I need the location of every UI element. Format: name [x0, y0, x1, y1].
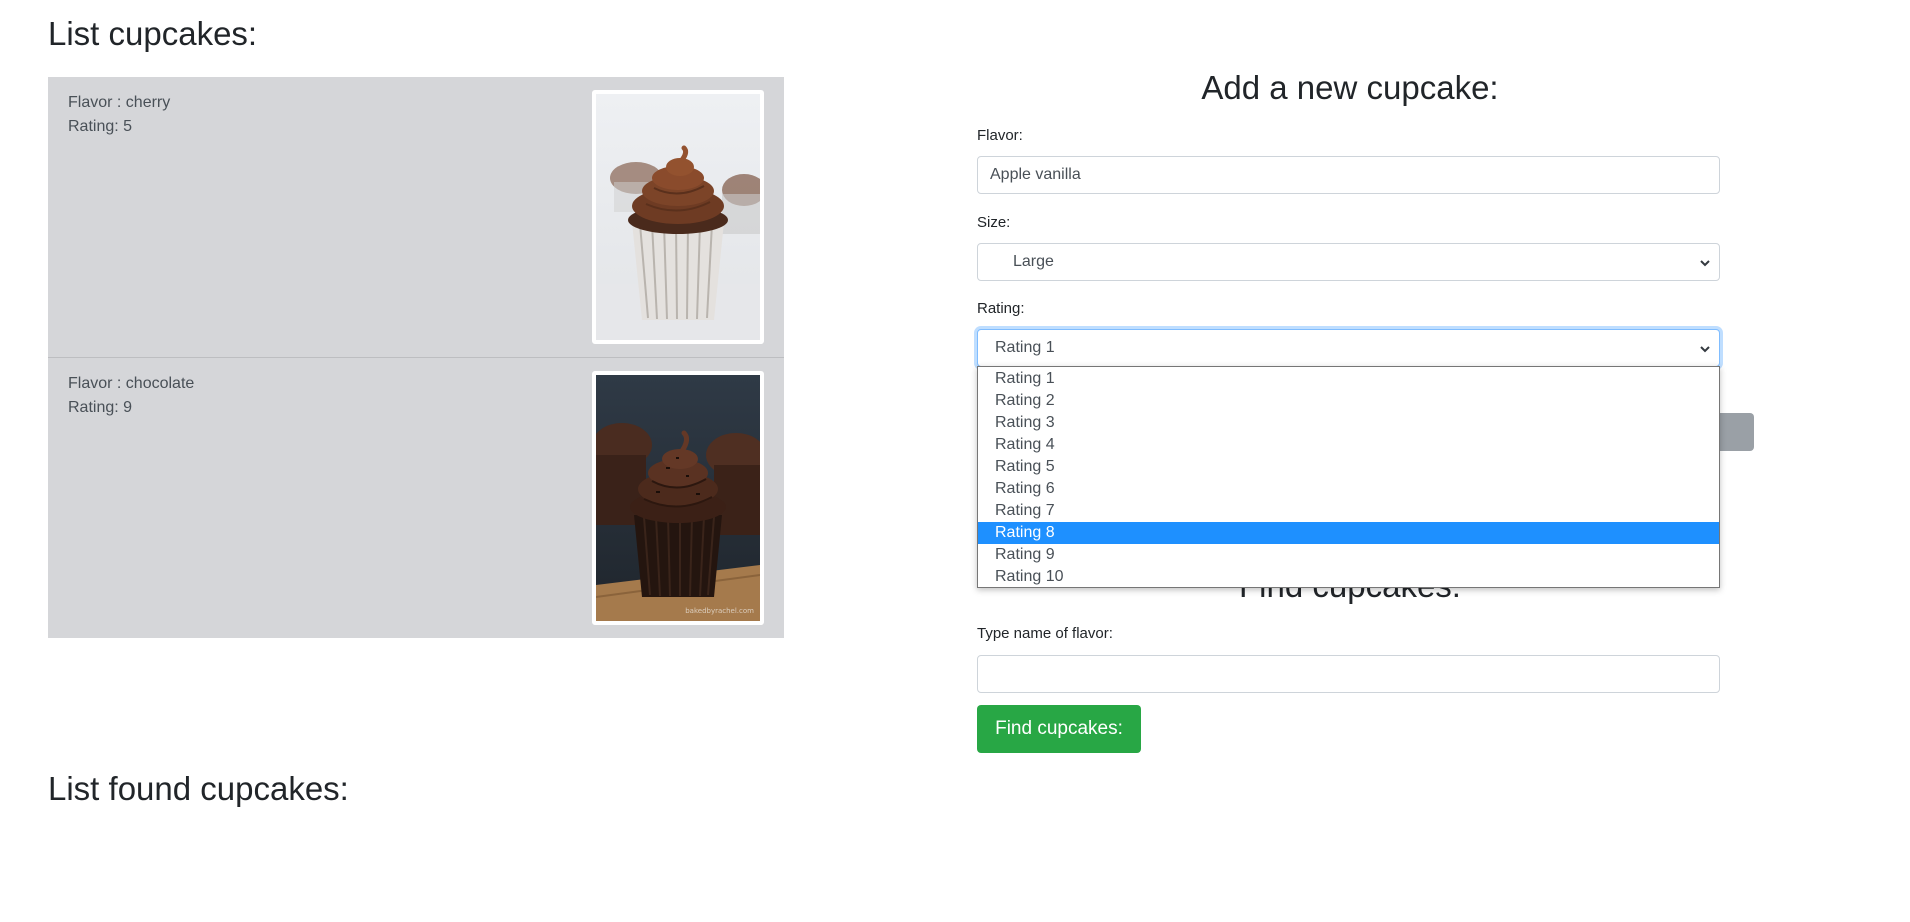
rating-option[interactable]: Rating 1	[978, 368, 1719, 390]
rating-option[interactable]: Rating 5	[978, 456, 1719, 478]
rating-option[interactable]: Rating 7	[978, 500, 1719, 522]
cupcake-card: Flavor : chocolate Rating: 9 bakedbyrach…	[48, 357, 784, 638]
size-select-value: Large	[1013, 253, 1054, 270]
cupcake-list: Flavor : cherry Rating: 5 Flavor: choco…	[48, 77, 784, 638]
cupcake-rating: Rating: 5	[68, 118, 133, 135]
rating-option[interactable]: Rating 10	[978, 566, 1719, 588]
rating-option-highlighted[interactable]: Rating 8	[978, 522, 1719, 544]
find-flavor-label: Type name of flavor:	[977, 625, 1113, 642]
rating-option[interactable]: Rating 2	[978, 390, 1719, 412]
cupcake-flavor: Flavor : cherry	[68, 94, 171, 111]
cupcake-photo	[592, 90, 764, 344]
cupcake-rating: Rating: 9	[68, 399, 133, 416]
list-found-cupcakes-title: List found cupcakes:	[48, 770, 349, 807]
chevron-down-icon	[1699, 244, 1711, 280]
chevron-down-icon	[1699, 330, 1711, 366]
list-cupcakes-title: List cupcakes:	[48, 15, 258, 52]
rating-label: Rating:	[977, 300, 1025, 317]
rating-select-value: Rating 1	[995, 339, 1055, 356]
cupcake-card-text: Flavor : chocolate Rating: 9	[68, 372, 194, 420]
flavor-input[interactable]: Apple vanilla	[977, 156, 1720, 194]
rating-option[interactable]: Rating 4	[978, 434, 1719, 456]
cupcake-card: Flavor : cherry Rating: 5	[48, 77, 784, 357]
rating-option[interactable]: Rating 9	[978, 544, 1719, 566]
cupcake-card-text: Flavor : cherry Rating: 5	[68, 91, 170, 139]
find-cupcakes-button[interactable]: Find cupcakes:	[977, 705, 1141, 753]
rating-option[interactable]: Rating 3	[978, 412, 1719, 434]
find-flavor-input[interactable]	[977, 655, 1720, 693]
rating-select[interactable]: Rating 1	[977, 329, 1720, 367]
dark-chocolate-cupcake-photo: bakedbyrachel.com	[596, 375, 760, 621]
page: List cupcakes: Flavor : cherry Rating: 5	[0, 0, 1910, 922]
flavor-label: Flavor:	[977, 127, 1023, 144]
cupcake-flavor: Flavor : chocolate	[68, 375, 195, 392]
cupcake-photo: bakedbyrachel.com	[592, 371, 764, 625]
rating-option[interactable]: Rating 6	[978, 478, 1719, 500]
svg-text:bakedbyrachel.com: bakedbyrachel.com	[685, 607, 754, 615]
size-label: Size:	[977, 214, 1011, 231]
chocolate-cupcake-photo	[596, 94, 760, 340]
add-cupcake-title: Add a new cupcake:	[1201, 69, 1499, 106]
rating-dropdown-list: Rating 1 Rating 2 Rating 3 Rating 4 Rati…	[977, 366, 1720, 588]
size-select[interactable]: Large	[977, 243, 1720, 281]
